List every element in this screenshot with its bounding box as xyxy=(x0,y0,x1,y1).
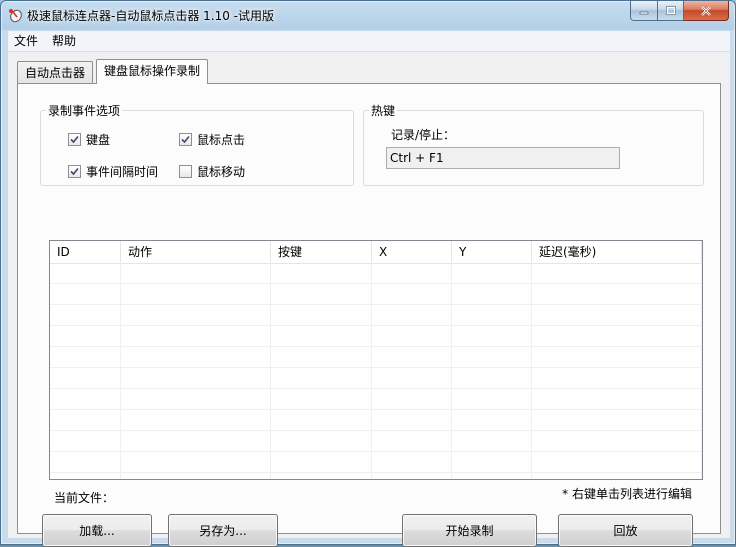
grid-row-line xyxy=(50,367,702,368)
column-x[interactable]: X xyxy=(372,241,452,263)
menu-file[interactable]: 文件 xyxy=(10,33,42,49)
column-action[interactable]: 动作 xyxy=(121,241,271,263)
mouse-move-checkbox[interactable] xyxy=(179,165,192,178)
checkbox-keyboard[interactable]: 键盘 xyxy=(68,131,110,148)
maximize-button[interactable] xyxy=(658,1,684,21)
mouse-click-label: 鼠标点击 xyxy=(197,133,246,147)
edit-hint: * 右键单击列表进行编辑 xyxy=(562,487,692,501)
grid-row-line xyxy=(50,283,702,284)
record-options-group: 录制事件选项 键盘 鼠标点击 事件间隔时间 鼠标移动 xyxy=(40,102,354,186)
client-area: 自动点击器 键盘鼠标操作录制 录制事件选项 键盘 鼠标点击 事件间隔时间 鼠标移… xyxy=(8,52,730,547)
tab-panel-record: 录制事件选项 键盘 鼠标点击 事件间隔时间 鼠标移动 热键 记录/停止： Ctr… xyxy=(17,83,721,547)
grid-col-line xyxy=(531,263,532,479)
column-delay[interactable]: 延迟(毫秒) xyxy=(532,241,702,263)
checkbox-mouse-move[interactable]: 鼠标移动 xyxy=(179,163,245,180)
list-header: ID 动作 按键 X Y 延迟(毫秒) xyxy=(50,241,702,264)
grid-row-line xyxy=(50,451,702,452)
grid-col-line xyxy=(701,263,702,479)
hotkey-group: 热键 记录/停止： Ctrl + F1 xyxy=(363,102,704,186)
mouse-move-label: 鼠标移动 xyxy=(197,165,246,179)
event-interval-checkbox[interactable] xyxy=(68,165,81,178)
column-id[interactable]: ID xyxy=(50,241,121,263)
event-list[interactable]: ID 动作 按键 X Y 延迟(毫秒) xyxy=(49,240,703,480)
keyboard-label: 键盘 xyxy=(86,133,111,147)
grid-col-line xyxy=(270,263,271,479)
grid-col-line xyxy=(451,263,452,479)
hotkey-record-stop-label: 记录/停止： xyxy=(391,128,456,142)
grid-row-line xyxy=(50,472,702,473)
grid-row-line xyxy=(50,409,702,410)
menu-bar: 文件 帮助 xyxy=(8,31,730,52)
grid-col-line xyxy=(120,263,121,479)
column-key[interactable]: 按键 xyxy=(271,241,372,263)
grid-row-line xyxy=(50,388,702,389)
checkbox-mouse-click[interactable]: 鼠标点击 xyxy=(179,131,245,148)
title-bar[interactable]: 极速鼠标连点器-自动鼠标点击器 1.10 -试用版 xyxy=(1,1,735,29)
load-button[interactable]: 加载... xyxy=(42,514,152,547)
mouse-app-icon xyxy=(7,7,23,23)
minimize-button[interactable] xyxy=(630,1,658,21)
close-icon xyxy=(701,5,711,16)
hotkey-title: 热键 xyxy=(369,102,398,119)
grid-col-line xyxy=(371,263,372,479)
grid-row-line xyxy=(50,430,702,431)
close-button[interactable] xyxy=(684,1,729,21)
check-icon xyxy=(70,135,79,144)
app-window: 极速鼠标连点器-自动鼠标点击器 1.10 -试用版 文件 帮助 自动点击器 键盘… xyxy=(0,0,736,547)
mouse-click-checkbox[interactable] xyxy=(179,133,192,146)
start-record-button[interactable]: 开始录制 xyxy=(402,514,537,547)
checkbox-event-interval[interactable]: 事件间隔时间 xyxy=(68,163,158,180)
check-icon xyxy=(70,167,79,176)
caption-buttons xyxy=(630,1,729,21)
grid-row-line xyxy=(50,325,702,326)
grid-row-line xyxy=(50,346,702,347)
menu-help[interactable]: 帮助 xyxy=(48,33,80,49)
record-options-title: 录制事件选项 xyxy=(46,102,123,119)
check-icon xyxy=(181,135,190,144)
grid-row-line xyxy=(50,304,702,305)
playback-button[interactable]: 回放 xyxy=(558,514,693,547)
keyboard-checkbox[interactable] xyxy=(68,133,81,146)
column-y[interactable]: Y xyxy=(452,241,532,263)
window-title: 极速鼠标连点器-自动鼠标点击器 1.10 -试用版 xyxy=(27,9,275,23)
save-as-button[interactable]: 另存为... xyxy=(168,514,278,547)
event-interval-label: 事件间隔时间 xyxy=(86,165,159,179)
current-file-label: 当前文件： xyxy=(54,491,115,505)
tab-auto-clicker[interactable]: 自动点击器 xyxy=(17,61,94,84)
maximize-icon xyxy=(665,6,676,15)
hotkey-field[interactable]: Ctrl + F1 xyxy=(386,147,620,169)
tab-keyboard-mouse-record[interactable]: 键盘鼠标操作录制 xyxy=(96,59,209,84)
minimize-icon xyxy=(639,11,649,14)
